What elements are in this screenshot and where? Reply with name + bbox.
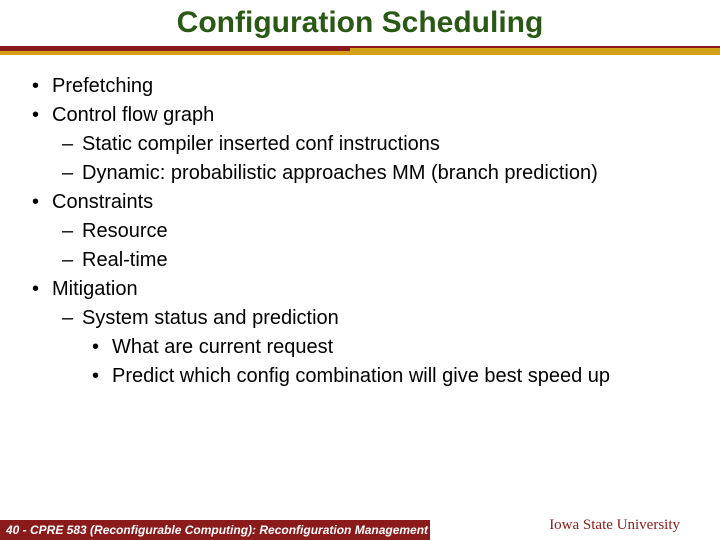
bullet-static: Static compiler inserted conf instructio…	[52, 130, 698, 159]
bullet-text: Resource	[82, 220, 168, 242]
bullet-mitigation: Mitigation System status and prediction …	[22, 275, 698, 391]
bullet-control-flow: Control flow graph Static compiler inser…	[22, 101, 698, 188]
bullet-text: What are current request	[112, 336, 333, 358]
bullet-text: Mitigation	[52, 278, 138, 300]
bullet-resource: Resource	[52, 217, 698, 246]
footer-university: Iowa State University	[549, 517, 680, 534]
bullet-text: Dynamic: probabilistic approaches MM (br…	[82, 162, 598, 184]
bullet-text: System status and prediction	[82, 307, 339, 329]
bullet-system-status: System status and prediction What are cu…	[52, 304, 698, 391]
bullet-constraints: Constraints Resource Real-time	[22, 188, 698, 275]
bullet-text: Prefetching	[52, 75, 153, 97]
bullet-text: Real-time	[82, 249, 168, 271]
slide-footer: 40 - CPRE 583 (Reconfigurable Computing)…	[0, 514, 720, 540]
title-divider	[0, 46, 720, 56]
bullet-prefetching: Prefetching	[22, 72, 698, 101]
slide-content: Prefetching Control flow graph Static co…	[0, 56, 720, 391]
bullet-realtime: Real-time	[52, 246, 698, 275]
bullet-predict-config: Predict which config combination will gi…	[82, 362, 698, 391]
bullet-dynamic: Dynamic: probabilistic approaches MM (br…	[52, 159, 698, 188]
bullet-text: Constraints	[52, 191, 153, 213]
bullet-text: Static compiler inserted conf instructio…	[82, 133, 440, 155]
bullet-text: Control flow graph	[52, 104, 214, 126]
slide-title: Configuration Scheduling	[177, 6, 544, 40]
bullet-current-request: What are current request	[82, 333, 698, 362]
title-area: Configuration Scheduling	[0, 0, 720, 40]
footer-left: 40 - CPRE 583 (Reconfigurable Computing)…	[0, 520, 430, 540]
bullet-text: Predict which config combination will gi…	[112, 365, 610, 387]
